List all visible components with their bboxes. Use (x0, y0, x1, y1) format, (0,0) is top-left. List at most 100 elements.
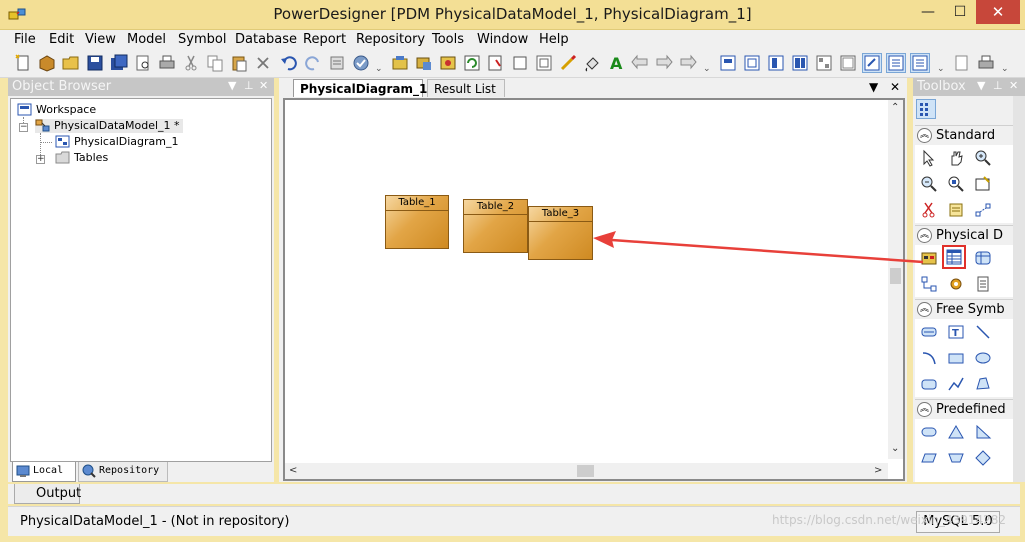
scroll-up-icon[interactable]: ⌃ (891, 102, 899, 113)
table-symbol[interactable]: Table_2 (463, 199, 528, 253)
menu-file[interactable]: File (14, 32, 36, 47)
diagram-canvas[interactable]: Table_1 Table_2 Table_3 (287, 102, 890, 459)
delete-icon[interactable] (254, 54, 272, 72)
file-tool-icon[interactable] (974, 275, 992, 293)
open-folder-icon[interactable] (62, 54, 80, 72)
close-document-icon[interactable]: ✕ (890, 80, 900, 94)
tables-expand-toggle[interactable]: + (36, 155, 45, 164)
diagram-view-icon[interactable] (743, 54, 761, 72)
object-tree[interactable]: Workspace − PhysicalDataModel_1 * Physic… (10, 98, 272, 462)
object-browser-pin-icon[interactable]: ⊥ (244, 79, 254, 92)
line-tool-icon[interactable] (974, 323, 992, 341)
menu-model[interactable]: Model (127, 32, 166, 47)
font-color-icon[interactable]: A (607, 54, 625, 72)
back-icon[interactable] (631, 54, 649, 72)
new-icon[interactable] (14, 54, 32, 72)
output-toggle-icon[interactable] (886, 53, 906, 73)
toolbar-overflow-2-icon[interactable]: ⌄ (703, 64, 711, 74)
right-triangle-shape-icon[interactable] (974, 423, 992, 441)
print-2-icon[interactable] (977, 54, 995, 72)
new-package-icon[interactable] (391, 54, 409, 72)
trapezoid-shape-icon[interactable] (947, 449, 965, 467)
menu-tools[interactable]: Tools (432, 32, 464, 47)
menu-edit[interactable]: Edit (49, 32, 74, 47)
text-tool-icon[interactable]: T (947, 323, 965, 341)
grid-view-icon[interactable] (535, 54, 553, 72)
model-collapse-toggle[interactable]: − (19, 123, 28, 132)
toolbar-overflow-4-icon[interactable]: ⌄ (1001, 64, 1009, 74)
menu-symbol[interactable]: Symbol (178, 32, 226, 47)
diamond-shape-icon[interactable] (974, 449, 992, 467)
properties-icon[interactable] (328, 54, 346, 72)
forward-icon[interactable] (655, 54, 673, 72)
toolbox-section-physical-diagram[interactable]: ︽ Physical D (915, 225, 1013, 245)
horizontal-scroll-thumb[interactable] (577, 465, 594, 477)
frame-icon[interactable] (511, 54, 529, 72)
rectangle-tool-icon[interactable] (947, 349, 965, 367)
rounded-rectangle-tool-icon[interactable] (920, 375, 938, 393)
tab-local[interactable]: Local (12, 462, 76, 482)
note-tool-icon[interactable] (947, 201, 965, 219)
menu-database[interactable]: Database (235, 32, 297, 47)
view-tool-icon[interactable] (974, 249, 992, 267)
save-icon[interactable] (86, 54, 104, 72)
triangle-shape-icon[interactable] (947, 423, 965, 441)
delete-tool-icon[interactable] (920, 201, 938, 219)
copy-icon[interactable] (206, 54, 224, 72)
vertical-scrollbar[interactable]: ⌃ ⌄ (888, 100, 903, 459)
impact-analysis-icon[interactable] (487, 54, 505, 72)
toolbox-section-standard[interactable]: ︽ Standard (915, 125, 1013, 145)
reference-tool-icon[interactable] (920, 275, 938, 293)
menu-window[interactable]: Window (477, 32, 528, 47)
save-all-icon[interactable] (110, 54, 128, 72)
cascade-view-icon[interactable] (839, 54, 857, 72)
menu-report[interactable]: Report (303, 32, 346, 47)
scroll-right-icon[interactable]: > (874, 465, 882, 476)
print-icon[interactable] (158, 54, 176, 72)
zoom-page-icon[interactable] (953, 54, 971, 72)
toolbar-overflow-3-icon[interactable]: ⌄ (937, 64, 945, 74)
menu-repository[interactable]: Repository (356, 32, 425, 47)
tree-node-workspace[interactable]: Workspace (17, 103, 96, 117)
tree-node-diagram[interactable]: PhysicalDiagram_1 (55, 135, 178, 149)
open-diagram-tool-icon[interactable] (947, 175, 965, 193)
toolbox-menu-icon[interactable]: ▼ (977, 79, 985, 92)
paste-icon[interactable] (230, 54, 248, 72)
undo-icon[interactable] (280, 54, 298, 72)
refresh-icon[interactable] (463, 54, 481, 72)
browser-toggle-icon[interactable] (862, 53, 882, 73)
close-window-button[interactable]: ✕ (976, 0, 1020, 24)
align-icon[interactable] (719, 54, 737, 72)
open-model-icon[interactable] (38, 54, 56, 72)
toolbox-section-free-symbols[interactable]: ︽ Free Symb (915, 299, 1013, 319)
pointer-tool-icon[interactable] (920, 149, 938, 167)
tab-repository[interactable]: Repository (78, 462, 168, 482)
print-preview-icon[interactable] (134, 54, 152, 72)
tab-output[interactable]: Output (14, 484, 81, 504)
page-view-icon[interactable] (767, 54, 785, 72)
check-model-icon[interactable] (352, 54, 370, 72)
tree-node-tables[interactable]: Tables (55, 151, 108, 165)
document-list-icon[interactable]: ▼ (869, 80, 878, 94)
object-browser-close-icon[interactable]: ✕ (259, 79, 268, 92)
link-tool-icon[interactable] (974, 201, 992, 219)
parallelogram-shape-icon[interactable] (920, 449, 938, 467)
tab-result-list[interactable]: Result List (427, 79, 505, 97)
toolbox-view-icon[interactable] (916, 99, 936, 119)
scroll-left-icon[interactable]: < (289, 465, 297, 476)
toolbar-overflow-icon[interactable]: ⌄ (375, 64, 383, 74)
procedure-tool-icon[interactable] (947, 275, 965, 293)
table-tool-icon[interactable] (945, 248, 963, 266)
zoom-in-tool-icon[interactable] (974, 149, 992, 167)
table-symbol[interactable]: Table_3 (528, 206, 593, 260)
menu-help[interactable]: Help (539, 32, 569, 47)
table-symbol[interactable]: Table_1 (385, 195, 449, 249)
zoom-out-tool-icon[interactable] (920, 175, 938, 193)
toolbox-scrollbar[interactable] (1013, 96, 1025, 482)
toolbox-section-predefined[interactable]: ︽ Predefined (915, 399, 1013, 419)
grabber-tool-icon[interactable] (947, 149, 965, 167)
format-painter-icon[interactable] (559, 54, 577, 72)
minimize-button[interactable]: — (913, 0, 943, 24)
polyline-tool-icon[interactable] (947, 375, 965, 393)
generate-icon[interactable] (415, 54, 433, 72)
